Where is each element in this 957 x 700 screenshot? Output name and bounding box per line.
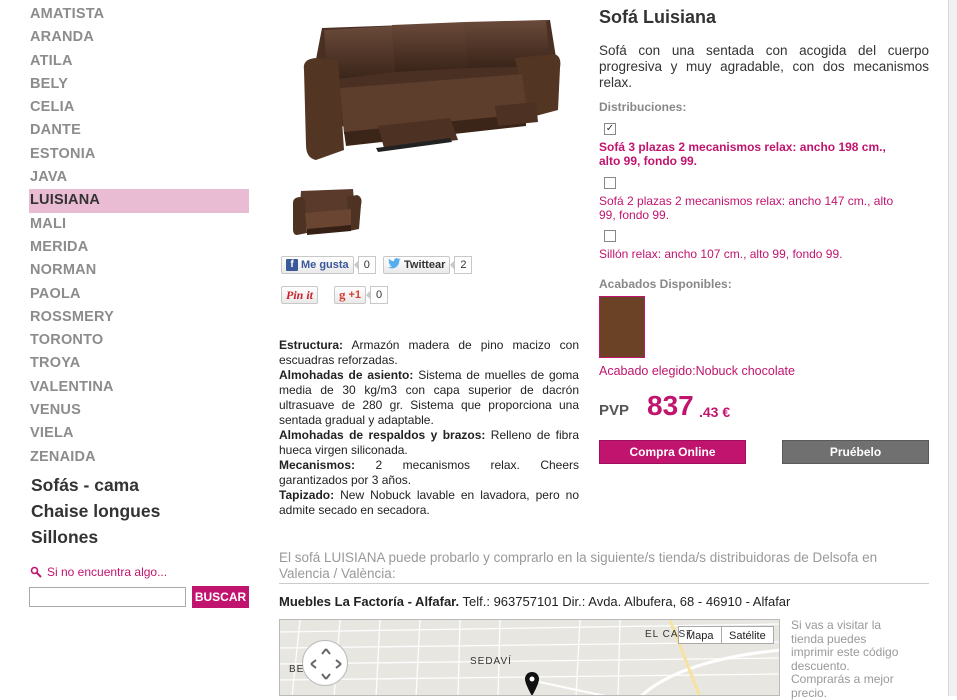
distribution-checkbox-1[interactable]: ✓ [604,123,616,135]
model-list: AMATISTA ARANDA ATILA BELY CELIA DANTE ESTONIA… [29,3,249,469]
pinterest-pinit-button[interactable]: Pin it [281,286,319,304]
pvp-label: PVP [599,402,630,419]
section-divider [279,583,929,584]
distribution-option-2[interactable]: Sofá 2 plazas 2 mecanismos relax: ancho … [599,194,899,222]
spec-paragraph: Almohadas de asiento: Sistema de muelles… [279,368,579,428]
google-plus-one-count: 0 [366,286,389,304]
spec-paragraph: Mecanismos: 2 mecanismos relax. Cheers g… [279,458,579,488]
category-link-1[interactable]: Sofás - cama [31,472,160,498]
pan-arrows-icon [310,648,342,680]
model-link-troya[interactable]: TROYA [29,352,249,375]
sidebar: AMATISTA ARANDA ATILA BELY CELIA DANTE ESTONIA… [0,0,260,696]
model-link-toronto[interactable]: TORONTO [29,329,249,352]
spec-label: Tapizado: [279,488,335,502]
twitter-tweet-button[interactable]: Twittear [383,256,451,274]
model-link-java[interactable]: JAVA [29,166,249,189]
distribution-checkbox-2[interactable] [604,177,616,189]
model-link-merida[interactable]: MERIDA [29,236,249,259]
window-scrollbar[interactable] [948,0,957,696]
distribution-checkbox-3[interactable] [604,230,616,242]
store-info: Muebles La Factoría - Alfafar. Telf.: 96… [279,594,790,609]
twitter-tweet-count: 2 [450,256,473,274]
facebook-like-button[interactable]: f Me gusta [281,256,354,274]
model-link-dante[interactable]: DANTE [29,119,249,142]
facebook-like-widget: f Me gusta 0 [281,256,376,274]
model-link-mali[interactable]: MALI [29,213,249,236]
search-input[interactable] [29,587,186,607]
spec-label: Almohadas de asiento: [279,368,414,382]
model-link-luisiana[interactable]: LUISIANA [29,189,249,213]
google-plus-widget: g +1 0 [334,286,389,304]
spec-paragraph: Almohadas de respaldos y brazos: Relleno… [279,428,579,458]
spec-label: Estructura: [279,338,344,352]
product-specifications: Estructura: Armazón madera de pino maciz… [279,338,579,518]
buy-online-button[interactable]: Compra Online [599,440,746,464]
model-link-viela[interactable]: VIELA [29,422,249,445]
twitter-widget: Twittear 2 [383,256,473,274]
search-hint: Si no encuentra algo... [30,565,167,579]
model-link-valentina[interactable]: VALENTINA [29,376,249,399]
store-details: Telf.: 963757101 Dir.: Avda. Albufera, 6… [459,594,791,609]
map-marker-icon[interactable] [525,672,539,696]
search-hint-text: Si no encuentra algo... [47,565,168,579]
distribution-option-3[interactable]: Sillón relax: ancho 107 cm., alto 99, fo… [599,247,899,262]
spec-label: Almohadas de respaldos y brazos: [279,428,486,442]
category-link-3[interactable]: Sillones [31,524,160,550]
map-label-el-cast: EL CAST [645,629,694,640]
price-integer: 837 [647,390,694,421]
store-intro: El sofá LUISIANA puede probarlo y compra… [279,550,878,581]
pinterest-pinit-label: Pin it [286,287,314,302]
discount-note: Si vas a visitar la tienda puedes imprim… [791,618,899,700]
distributions-label: Distribuciones: [599,100,687,114]
model-link-celia[interactable]: CELIA [29,96,249,119]
model-link-amatista[interactable]: AMATISTA [29,3,249,26]
category-link-2[interactable]: Chaise longues [31,498,160,524]
map-label-be: BE [289,664,305,675]
spec-paragraph: Tapizado: New Nobuck lavable en lavadora… [279,488,579,518]
google-plus-icon: g [339,287,346,302]
map-type-satellite-button[interactable]: Satélite [721,626,774,644]
model-link-estonia[interactable]: ESTONIA [29,143,249,166]
pinterest-widget: Pin it [281,286,319,304]
finishes-label: Acabados Disponibles: [599,277,732,291]
facebook-icon: f [286,259,298,271]
spec-paragraph: Estructura: Armazón madera de pino maciz… [279,338,579,368]
finish-swatch[interactable] [599,296,645,358]
product-thumbnail[interactable] [289,183,365,240]
map-pan-control[interactable] [302,640,348,686]
chosen-finish: Acabado elegido:Nobuck chocolate [599,364,795,378]
distribution-option-1[interactable]: Sofá 3 plazas 2 mecanismos relax: ancho … [599,140,899,168]
google-plus-one-label: +1 [348,289,362,301]
product-main-image[interactable] [300,10,565,170]
try-it-button[interactable]: Pruébelo [782,440,929,464]
store-map[interactable]: Mapa Satélite EL CAST SEDAVÍ BE [279,619,780,696]
facebook-like-label: Me gusta [301,259,349,271]
model-link-norman[interactable]: NORMAN [29,259,249,282]
map-label-sedavi: SEDAVÍ [470,656,512,667]
twitter-tweet-label: Twittear [404,259,446,271]
product-title: Sofá Luisiana [599,7,717,27]
category-list: Sofás - cama Chaise longues Sillones [31,472,160,550]
model-link-bely[interactable]: BELY [29,73,249,96]
search-button[interactable]: BUSCAR [192,586,249,608]
model-link-rossmery[interactable]: ROSSMERY [29,306,249,329]
model-link-zenaida[interactable]: ZENAIDA [29,446,249,469]
model-link-paola[interactable]: PAOLA [29,283,249,306]
spec-label: Mecanismos: [279,458,356,472]
twitter-bird-icon [388,258,401,272]
model-link-venus[interactable]: VENUS [29,399,249,422]
model-link-aranda[interactable]: ARANDA [29,26,249,49]
model-link-atila[interactable]: ATILA [29,50,249,73]
search-icon [30,566,42,578]
product-intro: Sofá con una sentada con acogida del cue… [599,43,929,90]
store-name: Muebles La Factoría - Alfafar. [279,594,460,609]
facebook-like-count: 0 [353,256,376,274]
google-plus-one-button[interactable]: g +1 [334,286,367,304]
price-decimal: .43 € [699,404,731,420]
